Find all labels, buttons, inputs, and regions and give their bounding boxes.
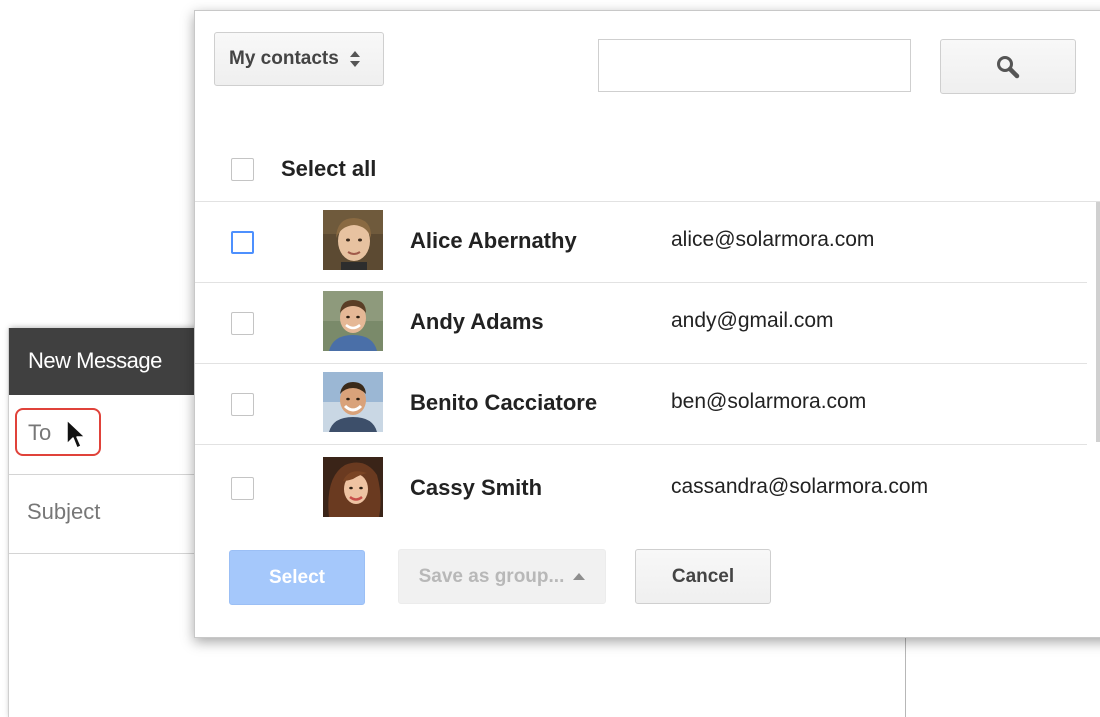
contact-checkbox[interactable] [231,231,254,254]
contact-checkbox[interactable] [231,393,254,416]
contact-name: Alice Abernathy [410,228,577,253]
avatar [323,210,383,270]
mouse-pointer-icon [66,419,86,449]
compose-title: New Message [28,348,162,373]
contact-name: Cassy Smith [410,475,543,500]
up-down-arrows-icon [349,51,360,67]
contacts-search-input[interactable] [598,39,911,92]
search-button[interactable] [940,39,1076,94]
to-label[interactable]: To [28,420,51,446]
contacts-list: Alice Abernathy alice@solarmora.com Andy… [195,202,1087,527]
contact-checkbox[interactable] [231,477,254,500]
contact-email: andy@gmail.com [671,309,834,332]
dialog-content: My contacts Select all Alice Abernathy a… [195,11,1100,637]
contacts-group-dropdown[interactable]: My contacts [214,32,384,86]
avatar [323,291,383,351]
caret-up-icon [573,573,586,580]
save-as-group-button[interactable]: Save as group... [398,549,606,604]
contact-name: Andy Adams [410,309,544,334]
select-all-checkbox[interactable] [231,158,254,181]
select-button[interactable]: Select [229,550,365,605]
contact-row-alice[interactable]: Alice Abernathy alice@solarmora.com [195,202,1087,283]
dropdown-label: My contacts [229,48,339,69]
save-group-label: Save as group... [418,565,565,587]
avatar [323,457,383,517]
subject-input[interactable]: Subject [27,499,100,525]
contact-row-andy[interactable]: Andy Adams andy@gmail.com [195,283,1087,364]
contact-checkbox[interactable] [231,312,254,335]
contact-row-cassy[interactable]: Cassy Smith cassandra@solarmora.com [195,445,1087,527]
cancel-button[interactable]: Cancel [635,549,771,604]
contact-row-benito[interactable]: Benito Cacciatore ben@solarmora.com [195,364,1087,445]
avatar [323,372,383,432]
contact-email: alice@solarmora.com [671,228,875,251]
contact-name: Benito Cacciatore [410,390,598,415]
cancel-button-label: Cancel [671,565,735,587]
to-field[interactable]: To [15,408,101,456]
contact-email: cassandra@solarmora.com [671,475,929,498]
dialog-footer: Select Save as group... Cancel [195,527,1100,637]
select-all-label[interactable]: Select all [281,156,376,182]
select-button-label: Select [269,566,325,588]
select-all-row: Select all [195,121,1100,202]
contacts-scrollbar[interactable] [1096,202,1100,442]
background-panel [906,636,1100,717]
search-icon [997,55,1020,78]
contact-email: ben@solarmora.com [671,390,867,413]
contacts-dialog: My contacts Select all Alice Abernathy a… [194,10,1100,638]
